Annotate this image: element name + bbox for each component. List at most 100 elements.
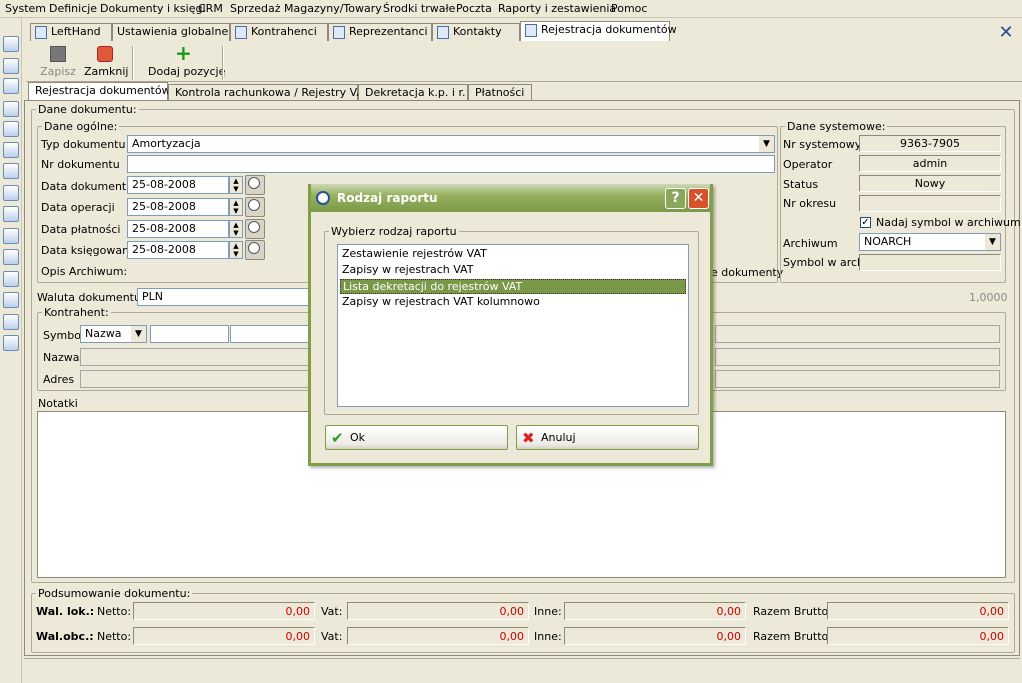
brutto-label: Razem Brutto: [753, 630, 832, 643]
kurs-value: 1,0000 [969, 291, 1008, 304]
chevron-down-icon[interactable]: ▼ [131, 326, 146, 342]
nr-dokumentu-input[interactable] [127, 155, 775, 173]
menu-definicje[interactable]: Definicje [49, 2, 97, 15]
date-spinner[interactable]: ▲ ▼ [229, 220, 243, 238]
menu-poczta[interactable]: Poczta [456, 2, 492, 15]
list-item[interactable]: Zestawienie rejestrów VAT [340, 247, 686, 262]
nr-systemowy-value: 9363-7905 [859, 135, 1001, 152]
tab-dekretacja[interactable]: Dekretacja k.p. i r. [358, 84, 468, 100]
symbol-input[interactable] [150, 325, 229, 343]
dialog-titlebar[interactable]: Rodzaj raportu ? ✕ [311, 184, 710, 212]
tab-reprezentanci[interactable]: Reprezentanci [328, 23, 432, 41]
menu-magazyny[interactable]: Magazyny/Towary [284, 2, 382, 15]
close-button[interactable]: Zamknij [84, 46, 128, 78]
report-icon[interactable] [3, 335, 19, 351]
clock-icon[interactable] [245, 219, 265, 239]
menu-dokumenty[interactable]: Dokumenty i księgi [100, 2, 206, 15]
vat-obc-value: 0,00 [347, 627, 529, 645]
list-item[interactable]: Zapisy w rejestrach VAT [340, 263, 686, 278]
menu-crm[interactable]: CRM [198, 2, 223, 15]
tab-kontrola-rachunkowa[interactable]: Kontrola rachunkowa / Rejestry VAT [168, 84, 370, 100]
nr-systemowy-label: Nr systemowy [783, 138, 862, 151]
list-item-selected[interactable]: Lista dekretacji do rejestrów VAT [340, 279, 686, 294]
menu-bar: System Definicje Dokumenty i księgi CRM … [0, 0, 1022, 18]
typ-dokumentu-select[interactable]: Amortyzacja ▼ [127, 135, 775, 153]
chevron-down-icon[interactable]: ▼ [985, 234, 1000, 250]
menu-system[interactable]: System [5, 2, 46, 15]
status-bar [24, 658, 1020, 683]
notatki-label: Notatki [38, 397, 78, 410]
symbol-type-select[interactable]: Nazwa ▼ [80, 325, 147, 343]
toolbar-separator [222, 46, 224, 80]
archiwum-select[interactable]: NOARCH ▼ [859, 233, 1001, 251]
kontrahent-extra-field [715, 325, 1000, 343]
add-position-button[interactable]: + Dodaj pozycję [148, 41, 225, 78]
print-preview-icon[interactable] [3, 314, 19, 330]
plus-icon: + [175, 41, 192, 65]
nr-okresu-label: Nr okresu [783, 197, 837, 210]
adres-field [80, 370, 310, 388]
document-icon[interactable] [3, 121, 19, 137]
add-record-icon[interactable] [3, 101, 19, 117]
nadaj-symbol-checkbox[interactable]: ✓ [860, 217, 871, 228]
tab-lefthand[interactable]: LeftHand [30, 23, 112, 41]
tools-icon[interactable] [3, 36, 19, 52]
tab-rejestracja-dokumentow[interactable]: Rejestracja dokumentów [520, 21, 677, 41]
document-export-icon[interactable] [3, 271, 19, 287]
document-import-icon[interactable] [3, 292, 19, 308]
status-label: Status [783, 178, 819, 191]
cancel-button[interactable]: ✖ Anuluj [516, 425, 699, 450]
status-value: Nowy [859, 175, 1001, 192]
rodzaj-raportu-dialog: Rodzaj raportu ? ✕ Wybierz rodzaj raport… [308, 184, 713, 466]
date-spinner[interactable]: ▲ ▼ [229, 241, 243, 259]
document-add-icon[interactable] [3, 228, 19, 244]
data-operacji-input[interactable]: 25-08-2008 [127, 198, 229, 216]
vat-label: Vat: [321, 630, 343, 643]
users-icon[interactable] [3, 78, 19, 94]
clock-icon[interactable] [245, 197, 265, 217]
waluta-input[interactable]: PLN [137, 288, 317, 306]
clock-icon[interactable] [245, 175, 265, 195]
symbol-search-input[interactable] [230, 325, 310, 343]
tab-rejestracja[interactable]: Rejestracja dokumentów [28, 82, 171, 100]
printer-icon[interactable] [3, 185, 19, 201]
app-icon [35, 26, 47, 39]
tab-kontakty[interactable]: Kontakty [432, 23, 520, 41]
netto-label: Netto: [97, 630, 132, 643]
app-icon [316, 191, 330, 205]
menu-raporty[interactable]: Raporty i zestawienia [498, 2, 616, 15]
chart-icon[interactable] [3, 163, 19, 179]
data-dokumentu-input[interactable]: 25-08-2008 [127, 176, 229, 194]
help-button[interactable]: ? [665, 188, 686, 209]
brutto-label: Razem Brutto: [753, 605, 832, 618]
data-ksiegowania-input[interactable]: 25-08-2008 [127, 241, 229, 259]
menu-sprzedaz[interactable]: Sprzedaż [230, 2, 281, 15]
symbol-arch-value [859, 254, 1001, 271]
raport-listbox[interactable]: Zestawienie rejestrów VAT Zapisy w rejes… [337, 244, 689, 407]
opis-archiwum-label: Opis Archiwum: [41, 265, 128, 278]
exit-icon [97, 46, 113, 62]
save-icon [50, 46, 66, 62]
ok-button[interactable]: ✔ Ok [325, 425, 508, 450]
tab-ustawienia-globalne[interactable]: Ustawienia globalne [112, 23, 230, 41]
data-ksiegowania-label: Data księgowania [41, 244, 139, 257]
menu-srodki-trwale[interactable]: Środki trwałe [383, 2, 455, 15]
nazwa-field [80, 348, 310, 366]
tab-platnosci[interactable]: Płatności [468, 84, 532, 100]
date-spinner[interactable]: ▲ ▼ [229, 176, 243, 194]
menu-pomoc[interactable]: Pomoc [611, 2, 647, 15]
save-button[interactable]: Zapisz [40, 46, 76, 78]
user-icon[interactable] [3, 58, 19, 74]
chevron-down-icon[interactable]: ▼ [759, 136, 774, 152]
symbol-label: Symbol [43, 329, 84, 342]
tab-kontrahenci[interactable]: Kontrahenci [230, 23, 328, 41]
data-platnosci-input[interactable]: 25-08-2008 [127, 220, 229, 238]
document-edit-icon[interactable] [3, 249, 19, 265]
clock-icon[interactable] [245, 240, 265, 260]
date-spinner[interactable]: ▲ ▼ [229, 198, 243, 216]
close-tab-icon[interactable]: ✕ [998, 24, 1014, 42]
list-item[interactable]: Zapisy w rejestrach VAT kolumnowo [340, 295, 686, 310]
calculator-icon[interactable] [3, 206, 19, 222]
close-icon[interactable]: ✕ [688, 188, 709, 209]
notes-icon[interactable] [3, 142, 19, 158]
